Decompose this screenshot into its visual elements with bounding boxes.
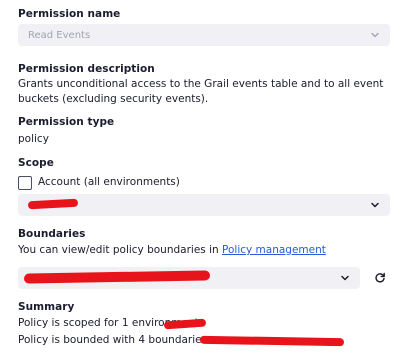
permission-type-label: Permission type [18, 116, 115, 128]
environment-select[interactable] [18, 194, 390, 216]
summary-line-2: Policy is bounded with 4 boundaries: [18, 334, 211, 346]
refresh-icon[interactable] [374, 272, 386, 284]
boundaries-hint: You can view/edit policy boundaries in P… [18, 243, 326, 258]
chevron-down-icon [371, 32, 379, 38]
chevron-down-icon [341, 275, 349, 281]
boundaries-hint-text: You can view/edit policy boundaries in [18, 244, 223, 256]
summary-boundaries: Policy is bounded with 4 boundaries: [18, 333, 211, 348]
permission-name-label: Permission name [18, 8, 121, 20]
permission-description-label: Permission description [18, 63, 155, 75]
redacted-boundaries [23, 270, 211, 284]
permission-description-text: Grants unconditional access to the Grail… [18, 78, 384, 105]
permission-type-value: policy [18, 133, 49, 145]
account-checkbox-label[interactable]: Account (all environments) [38, 175, 180, 190]
permission-name-value: Read Events [28, 29, 91, 41]
redacted-environment [27, 198, 79, 210]
redacted-boundary-names [199, 335, 345, 347]
scope-label: Scope [18, 157, 54, 169]
boundaries-label: Boundaries [18, 228, 86, 240]
permission-name-select: Read Events [18, 24, 390, 46]
summary-label: Summary [18, 301, 75, 313]
account-checkbox[interactable] [18, 176, 32, 190]
boundaries-select[interactable] [18, 267, 360, 289]
chevron-down-icon [371, 202, 379, 208]
policy-management-link[interactable]: Policy management [222, 244, 326, 256]
